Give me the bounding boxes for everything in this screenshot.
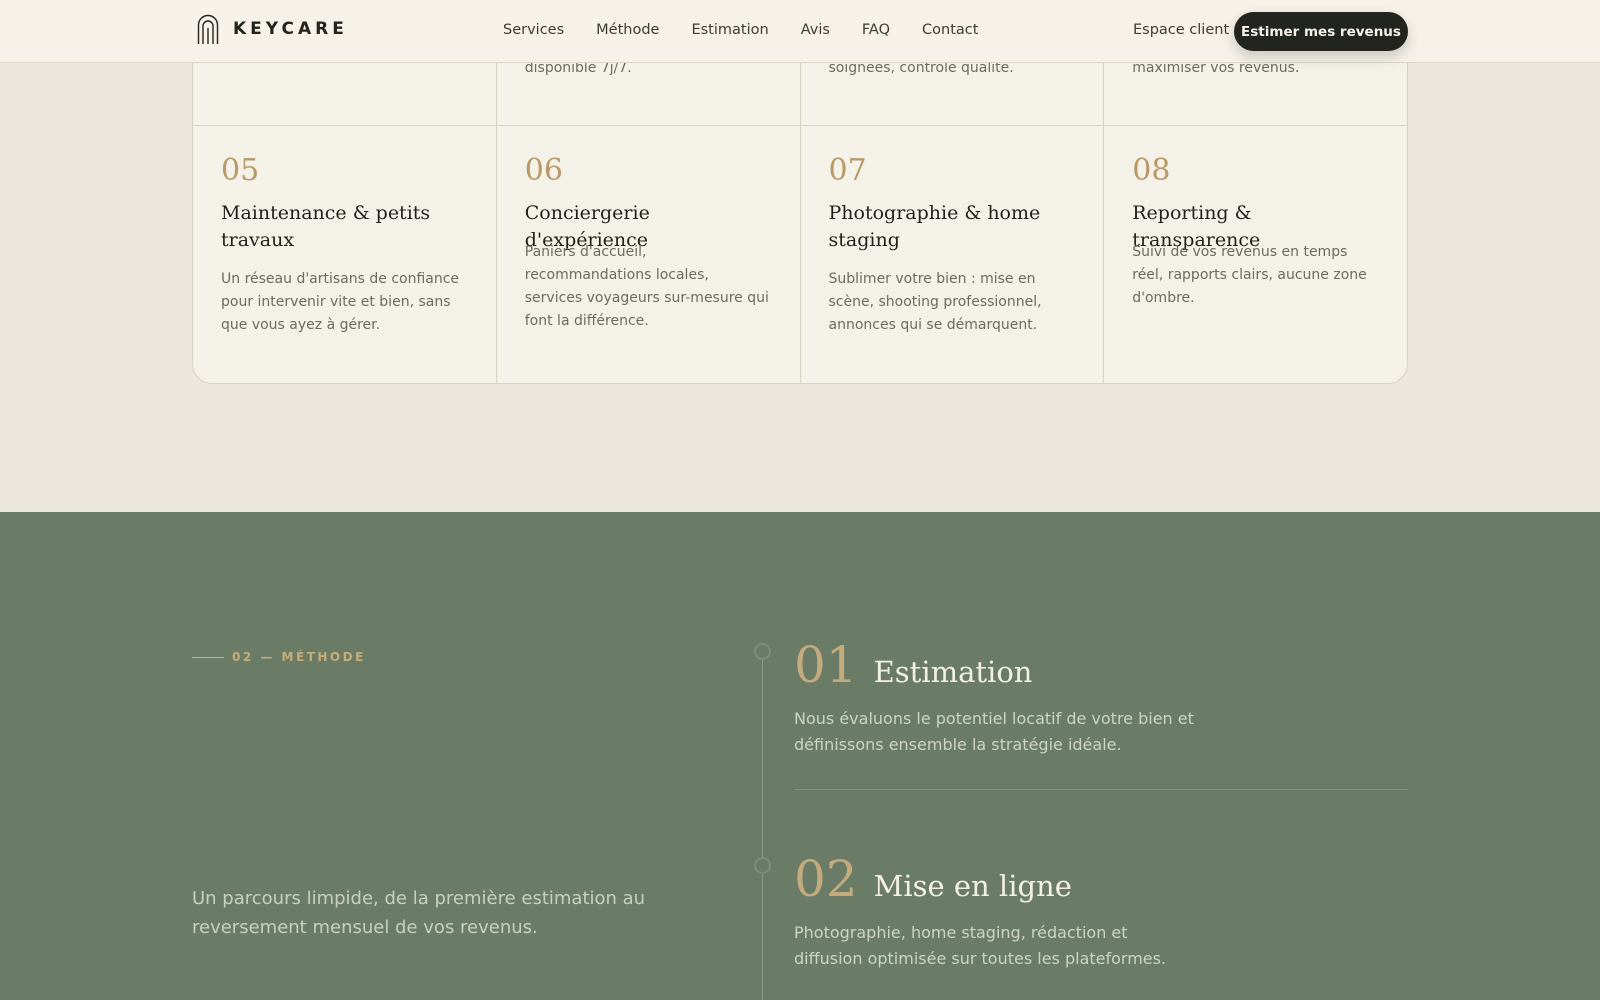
nav-avis[interactable]: Avis: [801, 22, 830, 38]
eyebrow-line: [192, 656, 224, 658]
step-description: Nous évaluons le potentiel locatif de vo…: [794, 709, 1194, 754]
method-intro: Un parcours limpide, de la première esti…: [192, 888, 646, 938]
step-title: Mise en ligne: [873, 869, 1072, 903]
service-description: Sublimer votre bien : mise en scène, sho…: [828, 271, 1042, 333]
service-number: 06: [524, 153, 563, 188]
timeline-dot: [754, 643, 771, 660]
client-area-link[interactable]: Espace client: [1133, 22, 1229, 38]
service-number: 07: [828, 153, 867, 188]
method-step-02: 02 Mise en ligne Photographie, home stag…: [794, 854, 1408, 972]
method-section: 02 — MÉTHODE Un parcours limpide, de la …: [0, 512, 1600, 1000]
service-card-05: 05 Maintenance & petits travaux Un résea…: [193, 126, 497, 383]
nav-contact[interactable]: Contact: [922, 22, 978, 38]
timeline-dot: [754, 857, 771, 874]
method-step-01: 01 Estimation Nous évaluons le potentiel…: [794, 640, 1408, 758]
main-nav: Services Méthode Estimation Avis FAQ Con…: [503, 22, 978, 38]
brand-name: KEYCARE: [233, 19, 348, 39]
service-description: Paniers d'accueil, recommandations local…: [524, 244, 769, 329]
brand-logo[interactable]: KEYCARE: [197, 14, 348, 44]
service-number: 05: [221, 153, 260, 188]
section-eyebrow: 02 — MÉTHODE: [192, 650, 366, 664]
nav-faq[interactable]: FAQ: [862, 22, 890, 38]
step-number: 01: [794, 636, 858, 694]
estimate-revenue-button[interactable]: Estimer mes revenus: [1234, 12, 1408, 51]
step-number: 02: [794, 850, 858, 908]
timeline-line: [762, 648, 763, 1000]
service-description: Suivi de vos revenus en temps réel, rapp…: [1132, 244, 1367, 306]
site-header: KEYCARE Services Méthode Estimation Avis…: [0, 0, 1600, 63]
nav-methode[interactable]: Méthode: [596, 22, 659, 38]
service-card-08: 08 Reporting & transparence Suivi de vos…: [1104, 126, 1407, 383]
nav-services[interactable]: Services: [503, 22, 564, 38]
service-card-07: 07 Photographie & home staging Sublimer …: [801, 126, 1105, 383]
nav-estimation[interactable]: Estimation: [691, 22, 768, 38]
step-description: Photographie, home staging, rédaction et…: [794, 923, 1167, 968]
services-row: 05 Maintenance & petits travaux Un résea…: [193, 126, 1407, 383]
arch-logo-icon: [197, 14, 219, 44]
eyebrow-label: 02 — MÉTHODE: [232, 650, 366, 664]
step-title: Estimation: [873, 655, 1033, 689]
service-description: Un réseau d'artisans de confiance pour i…: [221, 271, 460, 333]
service-number: 08: [1132, 153, 1171, 188]
service-card-06: 06 Conciergerie d'expérience Paniers d'a…: [497, 126, 801, 383]
service-title: Photographie & home staging: [828, 202, 1041, 251]
step-divider: [794, 789, 1408, 790]
service-title: Maintenance & petits travaux: [221, 202, 431, 251]
